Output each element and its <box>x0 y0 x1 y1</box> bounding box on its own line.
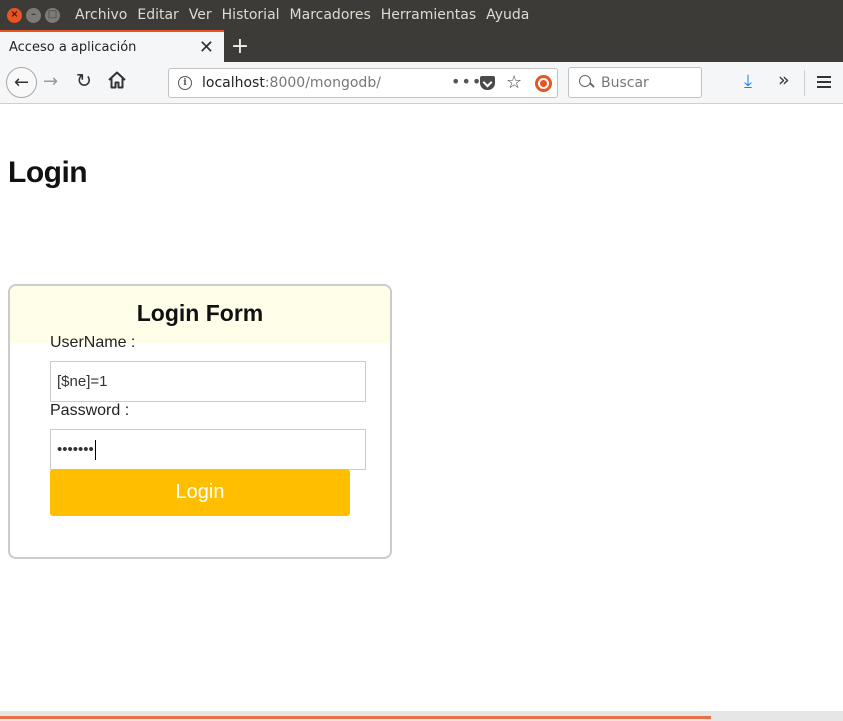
menu-herramientas[interactable]: Herramientas <box>381 7 476 23</box>
menu-bar: Archivo Editar Ver Historial Marcadores … <box>75 7 529 23</box>
username-label: UserName : <box>50 334 136 351</box>
title-bar: × – □ Archivo Editar Ver Historial Marca… <box>0 0 843 30</box>
reload-icon[interactable]: ↻ <box>76 70 92 92</box>
tab-bar: Acceso a aplicación ✕ + <box>0 30 843 62</box>
page-content: Login Login Form UserName : [$ne]=1 Pass… <box>0 104 843 711</box>
url-host: localhost <box>202 75 265 91</box>
password-value: ••••••• <box>57 441 94 458</box>
back-button[interactable]: ← <box>6 67 37 98</box>
tab-active[interactable]: Acceso a aplicación ✕ <box>0 30 224 62</box>
new-tab-button[interactable]: + <box>224 30 256 62</box>
login-button[interactable]: Login <box>50 469 350 516</box>
tab-title: Acceso a aplicación <box>9 39 137 55</box>
menu-historial[interactable]: Historial <box>222 7 280 23</box>
overflow-chevron-icon[interactable]: » <box>778 69 790 91</box>
page-title: Login <box>8 156 88 189</box>
page-load-progress-bar <box>0 716 711 719</box>
password-label: Password : <box>50 402 130 419</box>
site-info-icon[interactable]: i <box>178 76 192 90</box>
pocket-icon[interactable] <box>480 76 495 90</box>
login-form-title: Login Form <box>136 300 264 326</box>
url-bar[interactable]: i localhost:8000/mongodb/ ••• ☆ <box>168 68 558 98</box>
username-value: [$ne]=1 <box>57 373 108 390</box>
ubuntu-icon[interactable] <box>535 75 552 92</box>
search-bar[interactable]: Buscar <box>568 67 702 98</box>
menu-ver[interactable]: Ver <box>189 7 212 23</box>
url-path: :8000/mongodb/ <box>264 75 381 91</box>
tab-close-icon[interactable]: ✕ <box>199 37 214 58</box>
text-caret <box>94 439 96 460</box>
menu-ayuda[interactable]: Ayuda <box>486 7 529 23</box>
url-text[interactable]: localhost:8000/mongodb/ <box>202 75 381 91</box>
nav-toolbar: ← → ↻ i localhost:8000/mongodb/ ••• ☆ Bu… <box>0 62 843 104</box>
window-controls: × – □ <box>7 7 60 23</box>
page-actions-icon[interactable]: ••• <box>451 72 482 91</box>
menu-marcadores[interactable]: Marcadores <box>290 7 371 23</box>
close-icon[interactable]: × <box>7 7 22 23</box>
home-icon[interactable] <box>106 69 128 91</box>
toolbar-divider <box>804 70 805 96</box>
download-icon[interactable]: ⤓ <box>744 71 752 92</box>
forward-arrow-icon[interactable]: → <box>43 71 58 92</box>
search-placeholder: Buscar <box>601 74 649 91</box>
search-icon <box>579 74 595 91</box>
back-arrow-icon: ← <box>13 72 30 93</box>
menu-editar[interactable]: Editar <box>137 7 178 23</box>
menu-archivo[interactable]: Archivo <box>75 7 127 23</box>
username-input[interactable]: [$ne]=1 <box>50 361 366 402</box>
password-input[interactable]: ••••••• <box>50 429 366 470</box>
hamburger-menu-icon[interactable] <box>817 76 831 88</box>
maximize-icon[interactable]: □ <box>45 7 60 23</box>
bookmark-star-icon[interactable]: ☆ <box>506 72 522 93</box>
minimize-icon[interactable]: – <box>26 7 41 23</box>
login-form: Login Form UserName : [$ne]=1 Password :… <box>8 284 392 559</box>
status-strip <box>0 711 843 721</box>
